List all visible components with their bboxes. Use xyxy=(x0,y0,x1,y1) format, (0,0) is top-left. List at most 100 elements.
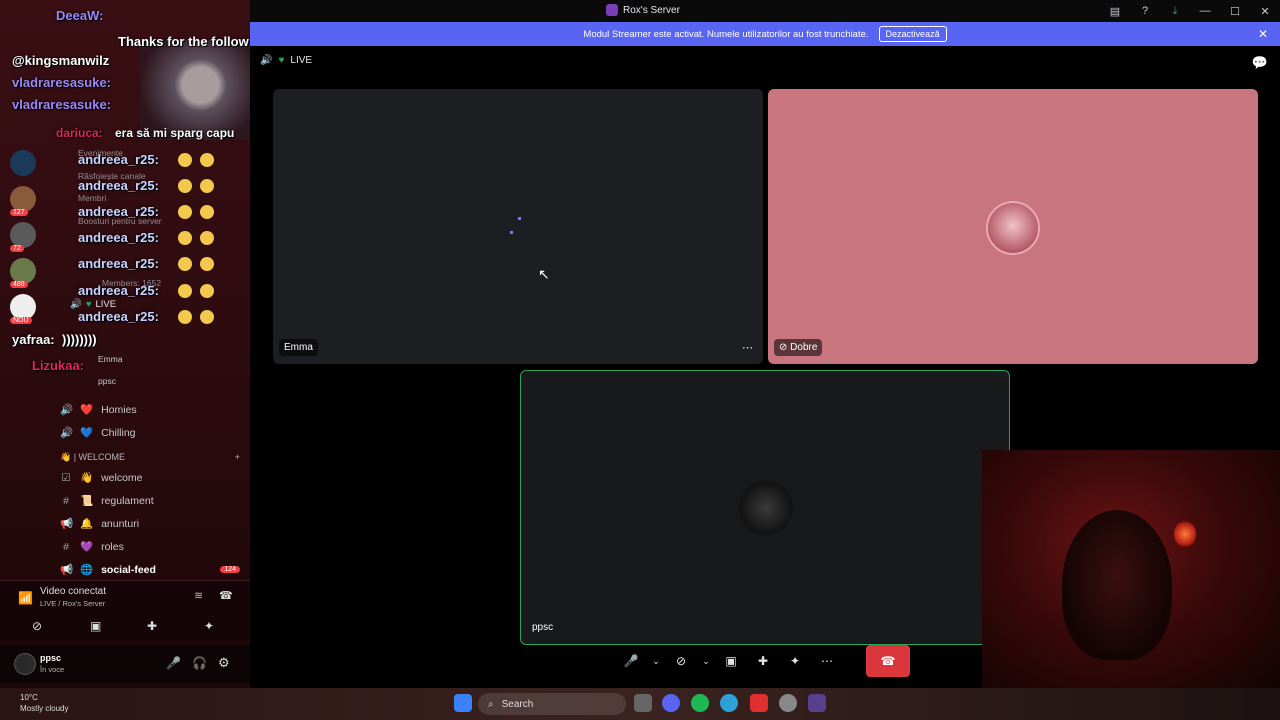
channel-chilling[interactable]: 🔊 💙 Chilling xyxy=(50,421,250,444)
channel-name: LIVE xyxy=(290,55,313,66)
call-controls: 🎤 ⌄ ⊘ ⌄ ▣ ✚ ✦ ⋯ ☎ xyxy=(618,645,910,677)
emoji-icon xyxy=(200,310,214,324)
channel-social-feed[interactable]: 📢 🌐 social-feed 124 xyxy=(50,558,250,581)
signal-icon[interactable]: 📶 xyxy=(18,591,33,605)
app-icon[interactable] xyxy=(779,694,797,712)
weather-widget[interactable]: 10°C Mostly cloudy xyxy=(20,692,68,714)
channel-emoji: ❤️ xyxy=(80,404,94,416)
activities-icon[interactable]: ✚ xyxy=(147,619,157,633)
maximize-icon[interactable]: ☐ xyxy=(1220,5,1250,18)
chat-message: era să mi sparg capu xyxy=(115,126,235,140)
voice-connection-panel: 📶 Video conectat LIVE / Rox's Server ≋ ☎… xyxy=(0,580,250,640)
soundboard-icon[interactable]: ✦ xyxy=(782,648,808,674)
tile-name: ppsc xyxy=(532,622,554,633)
banner-image xyxy=(140,40,250,140)
screen-share-icon[interactable]: ▣ xyxy=(90,619,101,633)
windows-start-icon[interactable] xyxy=(454,694,472,712)
more-icon[interactable]: ⋯ xyxy=(742,341,753,354)
chat-user: andreea_r25: xyxy=(78,230,159,245)
chevron-down-icon[interactable]: ⌄ xyxy=(700,648,712,674)
disconnect-icon[interactable]: ☎ xyxy=(219,589,233,602)
hash-icon: # xyxy=(63,494,69,507)
menu-item-browse[interactable]: Răsfoiește canale xyxy=(78,171,146,181)
disable-streamer-button[interactable]: Dezactivează xyxy=(878,26,947,42)
mute-icon: ⊘ xyxy=(779,342,791,353)
menu-item-boosts[interactable]: Boosturi pentru server xyxy=(78,216,162,226)
channel-emoji: 💙 xyxy=(80,427,94,439)
chat-user: dariuca: xyxy=(56,126,103,140)
voice-user[interactable]: Emma xyxy=(98,354,123,364)
weather-desc: Mostly cloudy xyxy=(20,704,69,713)
download-icon[interactable]: ⤓ xyxy=(1160,5,1190,18)
server-icon[interactable]: 127 xyxy=(10,186,36,216)
activities-icon[interactable]: ✚ xyxy=(750,648,776,674)
close-icon[interactable]: ✕ xyxy=(1258,27,1268,41)
video-tile-ppsc[interactable]: ppsc xyxy=(520,370,1010,645)
spotify-icon[interactable] xyxy=(691,694,709,712)
mouse-cursor-icon: ↖ xyxy=(538,266,550,282)
tile-name: ⊘ Dobre xyxy=(774,339,823,356)
chat-user: vladraresasuke: xyxy=(12,75,112,90)
channel-welcome[interactable]: ☑ 👋 welcome xyxy=(50,466,250,489)
app-icon[interactable] xyxy=(750,694,768,712)
screen-share-icon[interactable]: ▣ xyxy=(718,648,744,674)
close-icon[interactable]: ✕ xyxy=(1250,5,1280,18)
minimize-icon[interactable]: — xyxy=(1190,5,1220,17)
search-input[interactable]: ⌕ Search xyxy=(478,693,626,715)
menu-item-members[interactable]: Membri xyxy=(78,193,106,203)
channel-homies[interactable]: 🔊 ❤️ Homies xyxy=(50,398,250,421)
weather-temp: 10°C xyxy=(20,693,38,702)
video-tile-emma[interactable]: Emma ⋯ xyxy=(273,89,763,364)
gear-icon[interactable]: ⚙ xyxy=(218,655,230,671)
channel-name: roles xyxy=(101,540,124,553)
server-icon[interactable] xyxy=(10,150,36,176)
channel-name: Homies xyxy=(101,403,137,416)
disconnect-button[interactable]: ☎ xyxy=(866,645,910,677)
microphone-icon[interactable]: 🎤 xyxy=(166,656,181,670)
channel-regulament[interactable]: # 📜 regulament xyxy=(50,489,250,512)
server-icon[interactable]: NOU xyxy=(10,294,36,324)
voice-location[interactable]: LIVE / Rox's Server xyxy=(40,599,105,608)
noise-suppression-icon[interactable]: ≋ xyxy=(194,589,203,602)
headphones-icon[interactable]: 🎧 xyxy=(192,656,207,670)
server-icon xyxy=(606,4,618,16)
channel-emoji: 👋 xyxy=(80,472,94,484)
channel-anunturi[interactable]: 📢 🔔 anunturi xyxy=(50,512,250,535)
help-icon[interactable]: ? xyxy=(1130,5,1160,17)
category-welcome[interactable]: 👋 | WELCOME + xyxy=(50,448,250,466)
more-icon[interactable]: ⋯ xyxy=(814,648,840,674)
microphone-icon[interactable]: 🎤 xyxy=(618,648,644,674)
emoji-icon xyxy=(200,284,214,298)
search-label: Search xyxy=(501,698,534,710)
discord-icon[interactable] xyxy=(662,694,680,712)
camera-off-icon[interactable]: ⊘ xyxy=(32,619,42,633)
tile-name-text: Dobre xyxy=(790,342,818,353)
chat-user: andreea_r25: xyxy=(78,309,159,324)
emoji-icon xyxy=(200,257,214,271)
soundboard-icon[interactable]: ✦ xyxy=(204,619,214,633)
inbox-icon[interactable]: ▤ xyxy=(1100,5,1130,18)
emoji-icon xyxy=(200,231,214,245)
video-tile-dobre[interactable]: ⊘ Dobre xyxy=(768,89,1258,364)
voice-user[interactable]: ppsc xyxy=(98,376,116,386)
camera-off-icon[interactable]: ⊘ xyxy=(668,648,694,674)
server-badge: 489 xyxy=(10,281,28,288)
menu-item-events[interactable]: Evenimente xyxy=(78,148,123,158)
emoji-icon xyxy=(178,153,192,167)
voice-channel-live[interactable]: 🔊 ♥ LIVE xyxy=(70,299,116,310)
channel-roles[interactable]: # 💜 roles xyxy=(50,535,250,558)
app-icon[interactable] xyxy=(808,694,826,712)
channel-list: 🔊 ❤️ Homies 🔊 💙 Chilling 👋 | WELCOME + ☑ 👋 welc… xyxy=(50,398,250,581)
server-icon[interactable]: 489 xyxy=(10,258,36,288)
channel-emoji: 📜 xyxy=(80,495,94,507)
chevron-down-icon[interactable]: ⌄ xyxy=(650,648,662,674)
members-count: Members: 1652 xyxy=(102,278,162,288)
task-view-icon[interactable] xyxy=(634,694,652,712)
edge-icon[interactable] xyxy=(720,694,738,712)
server-icon[interactable]: 72 xyxy=(10,222,36,252)
chat-user: @kingsmanwilz xyxy=(12,53,110,68)
title-bar: Rox's Server ▤ ? ⤓ — ☐ ✕ xyxy=(250,0,1280,22)
chat-bubble-icon[interactable]: 💬 xyxy=(1252,55,1268,71)
plus-icon[interactable]: + xyxy=(235,452,240,462)
avatar[interactable] xyxy=(14,653,36,675)
